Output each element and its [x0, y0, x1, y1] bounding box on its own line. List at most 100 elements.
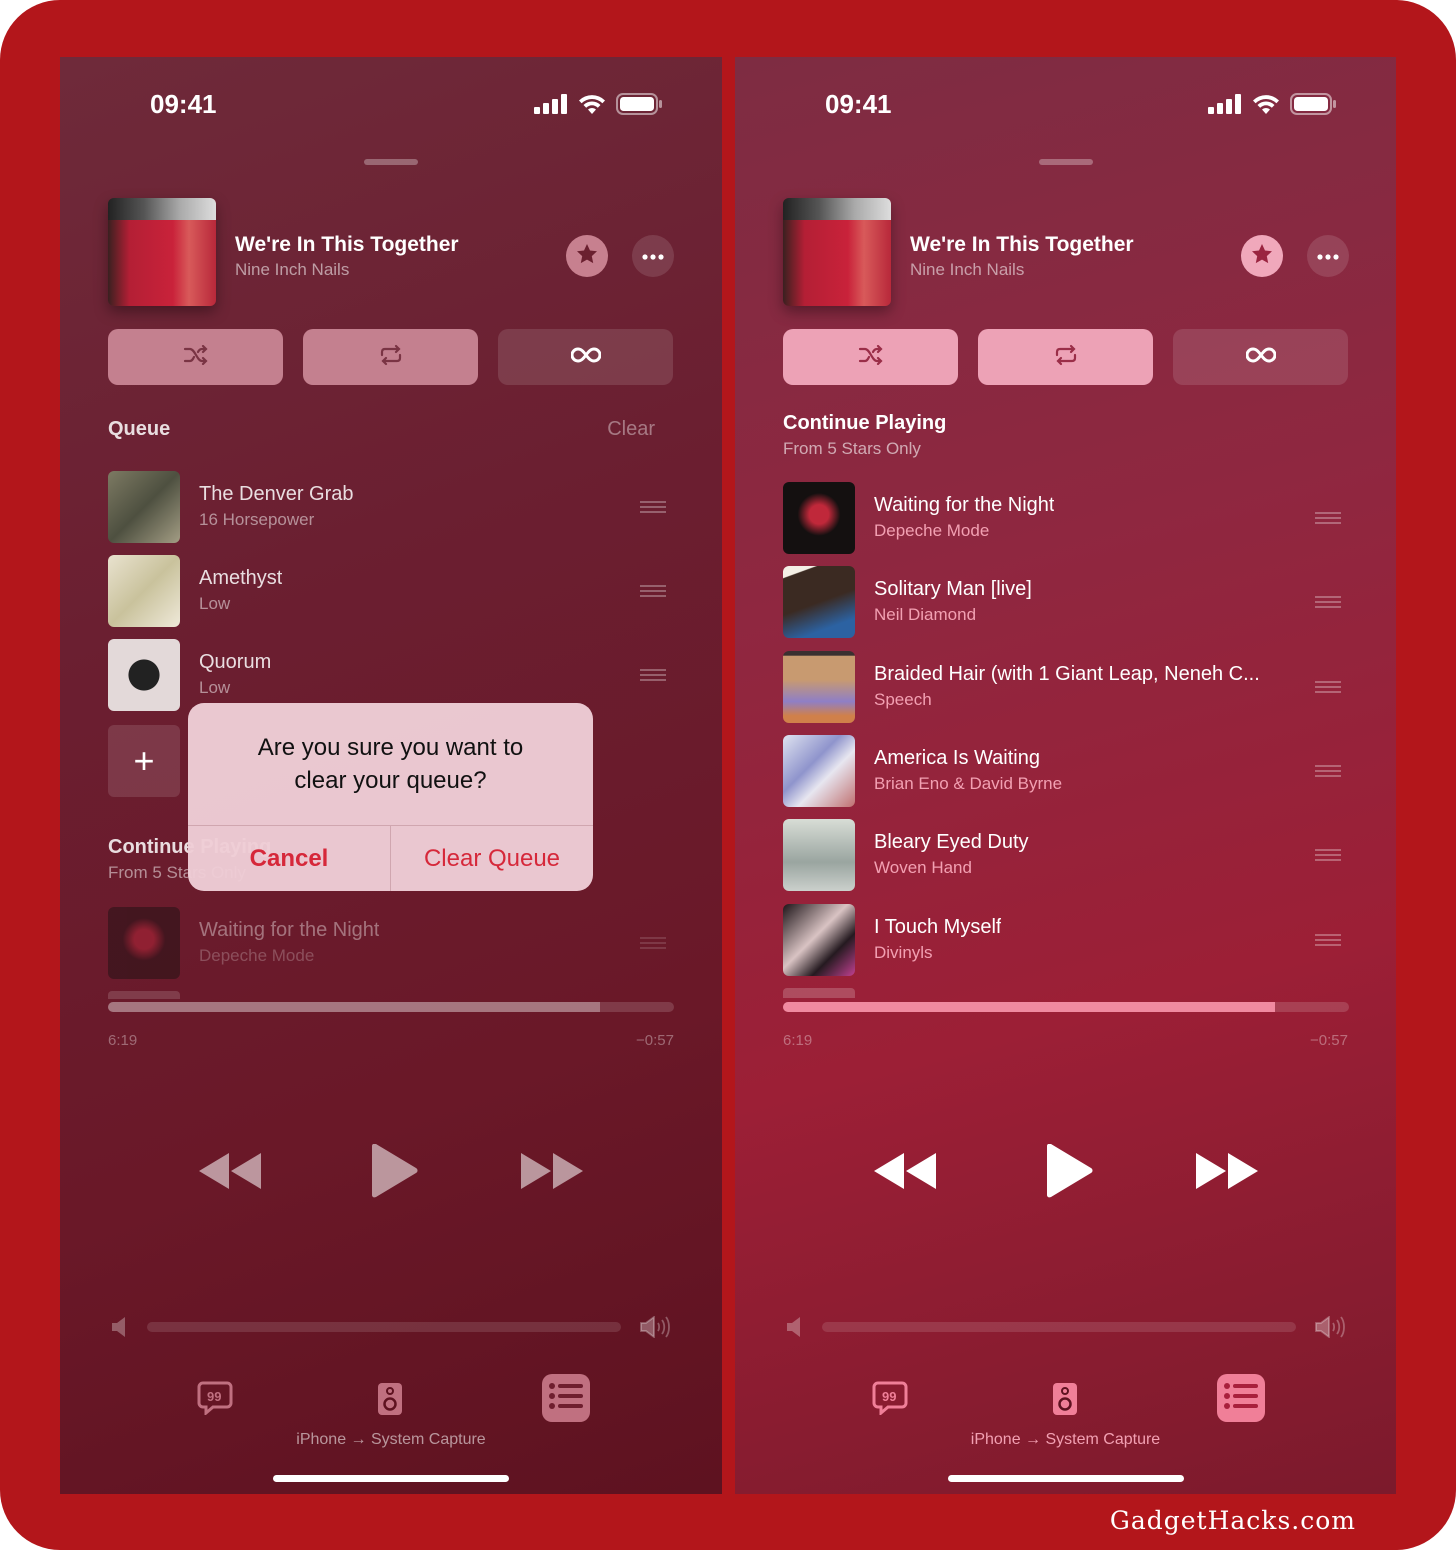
album-artwork	[783, 482, 855, 554]
drag-handle-icon[interactable]	[1315, 512, 1341, 527]
watermark: GadgetHacks.com	[1109, 1506, 1356, 1535]
shuffle-icon	[183, 344, 209, 370]
track-row[interactable]: Waiting for the Night Depeche Mode	[783, 482, 1349, 554]
track-row[interactable]: The Denver Grab 16 Horsepower	[108, 471, 674, 543]
play-button[interactable]	[1045, 1143, 1093, 1203]
svg-text:99: 99	[207, 1389, 221, 1404]
add-to-queue-button[interactable]: +	[108, 725, 180, 797]
track-artist: Speech	[874, 689, 932, 709]
album-artwork	[108, 471, 180, 543]
track-artist: Low	[199, 594, 231, 613]
repeat-button[interactable]	[303, 329, 478, 385]
infinity-icon	[570, 346, 601, 368]
drag-handle-icon[interactable]	[1315, 680, 1341, 696]
autoplay-button[interactable]	[1173, 329, 1348, 385]
list-icon	[549, 1382, 583, 1415]
progress-fill	[108, 1002, 601, 1012]
drag-handle-icon[interactable]	[1315, 764, 1341, 780]
drag-handle-icon[interactable]	[640, 669, 666, 684]
album-artwork	[108, 555, 180, 627]
volume-low-icon	[112, 1317, 126, 1342]
drag-handle-icon[interactable]	[1315, 849, 1341, 864]
drag-handle-icon[interactable]	[640, 501, 666, 516]
battery-icon	[1290, 93, 1336, 120]
track-row[interactable]: Bleary Eyed Duty Woven Hand	[783, 819, 1349, 892]
shuffle-icon	[858, 344, 884, 370]
sheet-grabber[interactable]	[1039, 159, 1093, 165]
dialog-buttons: Cancel Clear Queue	[188, 825, 593, 891]
track-row[interactable]: Waiting for the Night Depeche Mode	[108, 907, 674, 979]
fast-forward-button[interactable]	[1196, 1153, 1258, 1194]
repeat-icon	[378, 344, 404, 371]
favorite-button[interactable]	[1241, 235, 1283, 277]
volume-slider[interactable]	[822, 1322, 1296, 1332]
now-playing-artist: Nine Inch Nails	[235, 260, 350, 279]
album-artwork	[783, 650, 855, 723]
next-row-peek	[108, 991, 180, 999]
continue-playing-source: From 5 Stars Only	[783, 439, 921, 458]
track-row[interactable]: I Touch Myself Divinyls	[783, 903, 1349, 976]
album-artwork	[108, 907, 180, 979]
track-artist: Woven Hand	[874, 858, 972, 878]
track-artist: 16 Horsepower	[199, 510, 315, 529]
frame: 09:41 We're In This Together Nine Inch Nai…	[0, 0, 1456, 1550]
elapsed-time: 6:19	[783, 1032, 813, 1049]
volume-high-icon	[640, 1315, 670, 1343]
cancel-button[interactable]: Cancel	[188, 826, 391, 891]
queue-header: Queue	[108, 418, 171, 440]
play-button[interactable]	[370, 1143, 418, 1203]
shuffle-button[interactable]	[783, 329, 958, 385]
star-icon	[1250, 242, 1274, 271]
home-indicator	[273, 1475, 509, 1482]
more-button[interactable]	[632, 235, 674, 277]
track-artist: Depeche Mode	[199, 946, 315, 965]
audio-route-label[interactable]: iPhone → System Capture	[735, 1431, 1396, 1449]
rewind-button[interactable]	[874, 1153, 936, 1194]
shuffle-button[interactable]	[108, 329, 283, 385]
plus-icon: +	[133, 740, 155, 781]
drag-handle-icon[interactable]	[640, 585, 666, 600]
rewind-button[interactable]	[199, 1153, 261, 1194]
ellipsis-icon	[1316, 247, 1340, 265]
autoplay-button[interactable]	[498, 329, 673, 385]
repeat-button[interactable]	[978, 329, 1153, 385]
track-row[interactable]: Amethyst Low	[108, 555, 674, 627]
audio-route-label[interactable]: iPhone → System Capture	[60, 1431, 722, 1449]
airplay-speaker-button[interactable]	[378, 1383, 402, 1420]
track-title: Bleary Eyed Duty	[874, 831, 1029, 854]
drag-handle-icon[interactable]	[640, 937, 666, 952]
phone-screen-right: 09:41 We're In This Together Nine Inch Nai…	[735, 57, 1396, 1494]
volume-high-icon	[1315, 1315, 1345, 1343]
svg-text:99: 99	[882, 1389, 896, 1404]
now-playing-title: We're In This Together	[235, 233, 459, 256]
track-row[interactable]: Quorum Low	[108, 639, 674, 711]
now-playing-artist: Nine Inch Nails	[910, 260, 1025, 279]
track-row[interactable]: Solitary Man [live] Neil Diamond	[783, 566, 1349, 639]
sheet-grabber[interactable]	[364, 159, 418, 165]
track-row[interactable]: Braided Hair (with 1 Giant Leap, Neneh C…	[783, 650, 1349, 723]
lyrics-button[interactable]: 99	[872, 1381, 908, 1420]
track-row[interactable]: America Is Waiting Brian Eno & David Byrn…	[783, 734, 1349, 807]
wifi-icon	[578, 94, 606, 119]
volume-low-icon	[787, 1317, 801, 1342]
drag-handle-icon[interactable]	[1315, 933, 1341, 949]
volume-slider[interactable]	[147, 1322, 621, 1332]
wifi-icon	[1252, 94, 1280, 119]
more-button[interactable]	[1307, 235, 1349, 277]
drag-handle-icon[interactable]	[1315, 596, 1341, 611]
lyrics-button[interactable]: 99	[197, 1381, 233, 1420]
ellipsis-icon	[641, 247, 665, 265]
airplay-speaker-button[interactable]	[1053, 1383, 1077, 1420]
playback-progress-slider[interactable]	[108, 1002, 674, 1012]
star-icon	[575, 242, 599, 271]
fast-forward-button[interactable]	[521, 1153, 583, 1194]
queue-toggle-button[interactable]	[542, 1374, 590, 1422]
playback-progress-slider[interactable]	[783, 1002, 1349, 1012]
favorite-button[interactable]	[566, 235, 608, 277]
infinity-icon	[1245, 346, 1276, 368]
clear-queue-confirm-button[interactable]: Clear Queue	[391, 826, 593, 891]
clear-queue-link[interactable]: Clear	[607, 418, 655, 441]
track-artist: Neil Diamond	[874, 605, 977, 625]
track-artist: Low	[199, 678, 231, 697]
queue-toggle-button[interactable]	[1217, 1374, 1265, 1422]
